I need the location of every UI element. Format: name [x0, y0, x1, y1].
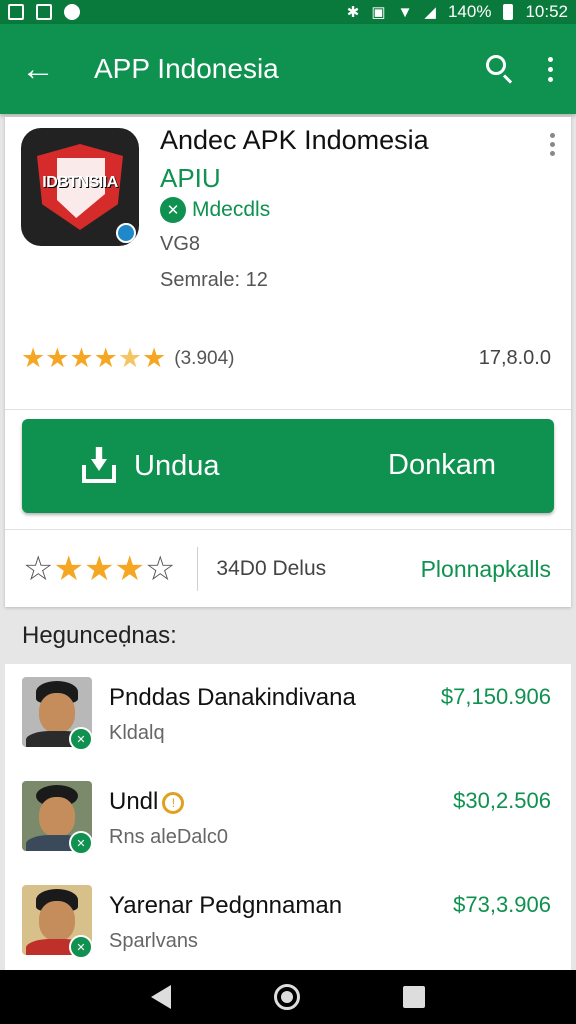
clock: 10:52 [525, 2, 568, 21]
item-price: $7,150.906 [440, 684, 551, 709]
nav-home-icon[interactable] [273, 984, 300, 1010]
app-bar-title: APP Indonesia [94, 53, 279, 84]
verified-badge: ✕ Mdecdls [160, 197, 270, 223]
status-right: ✱ ▣ ▼ ◢ 140% 10:52 [347, 2, 568, 22]
nav-back-icon[interactable] [151, 985, 172, 1009]
image-icon [8, 4, 24, 20]
verified-icon: ✕ [69, 935, 93, 959]
list-item[interactable]: ✕ Pnddas Danakindivana Kldalq $7,150.906 [5, 664, 571, 764]
coin-icon: ! [162, 791, 185, 814]
vibrate-icon: ▣ [371, 3, 386, 21]
overflow-menu-icon[interactable] [540, 49, 560, 89]
review-row: ☆★★★☆ 34D0 Delus Plonnapkalls [23, 545, 551, 593]
status-left [8, 4, 80, 20]
install-label: Undua [134, 449, 220, 482]
app-size: Semrale: 12 [160, 269, 268, 291]
rate-stars[interactable]: ☆★★★☆ [23, 549, 175, 589]
signal-icon: ◢ [424, 3, 436, 21]
back-arrow-icon[interactable]: ← [18, 49, 58, 89]
section-title: Hegunceḍnas: [22, 622, 177, 649]
app-name: Andec APK Indomesia [160, 125, 429, 155]
rating-count: (3.904) [174, 347, 235, 369]
download-icon [80, 447, 118, 485]
battery-icon [503, 4, 514, 20]
install-secondary-label: Donkam [388, 449, 496, 481]
rating-row: ★★★★★★ (3.904) 17,8.0.0 [21, 343, 551, 374]
item-name: Undl! [109, 788, 185, 816]
card-overflow-icon[interactable] [550, 133, 555, 156]
battery-percent: 140% [447, 2, 492, 21]
app-icon-label: IDBTNSIIA [42, 174, 118, 191]
list-item[interactable]: ✕ Yarenar Pedgnnaman Sparlvans $73,3.906 [5, 872, 571, 972]
rating-stars: ★★★★★★ [21, 343, 167, 373]
app-icon-badge [116, 223, 136, 243]
search-icon[interactable] [478, 49, 518, 89]
age-rating: VG8 [160, 233, 201, 255]
item-name: Yarenar Pedgnnaman [109, 892, 343, 919]
location-icon [64, 4, 80, 20]
app-icon: IDBTNSIIA [21, 128, 139, 246]
item-subtitle: Sparlvans [109, 930, 198, 952]
review-count: 34D0 Delus [216, 557, 327, 580]
verified-icon: ✕ [69, 727, 93, 751]
item-price: $73,3.906 [453, 892, 551, 917]
user-list: ✕ Pnddas Danakindivana Kldalq $7,150.906… [5, 664, 571, 970]
item-name: Pnddas Danakindivana [109, 684, 356, 711]
app-bar: ← APP Indonesia [0, 24, 576, 114]
navigation-bar [0, 970, 576, 1024]
verified-label: Mdecdls [192, 198, 271, 221]
reviews-link[interactable]: Plonnapkalls [421, 556, 551, 583]
install-button[interactable]: Undua Donkam [22, 419, 554, 513]
status-bar: ✱ ▣ ▼ ◢ 140% 10:52 [0, 0, 576, 24]
divider [5, 529, 571, 530]
app-details-card: IDBTNSIIA Andec APK Indomesia APIU ✕ Mde… [5, 117, 571, 607]
bluetooth-icon: ✱ [346, 3, 360, 21]
verified-icon: ✕ [69, 831, 93, 855]
divider [5, 409, 571, 410]
wifi-icon: ▼ [397, 3, 413, 21]
item-subtitle: Kldalq [109, 722, 165, 744]
verified-icon: ✕ [160, 197, 186, 223]
item-price: $30,2.506 [453, 788, 551, 813]
item-subtitle: Rns aleDalc0 [109, 826, 228, 848]
gallery-icon [36, 4, 52, 20]
nav-recents-icon[interactable] [402, 986, 425, 1008]
vertical-divider [197, 547, 199, 591]
download-count: 17,8.0.0 [478, 347, 551, 369]
developer-link[interactable]: APIU [160, 163, 221, 194]
list-item[interactable]: ✕ Undl! Rns aleDalc0 $30,2.506 [5, 768, 571, 868]
